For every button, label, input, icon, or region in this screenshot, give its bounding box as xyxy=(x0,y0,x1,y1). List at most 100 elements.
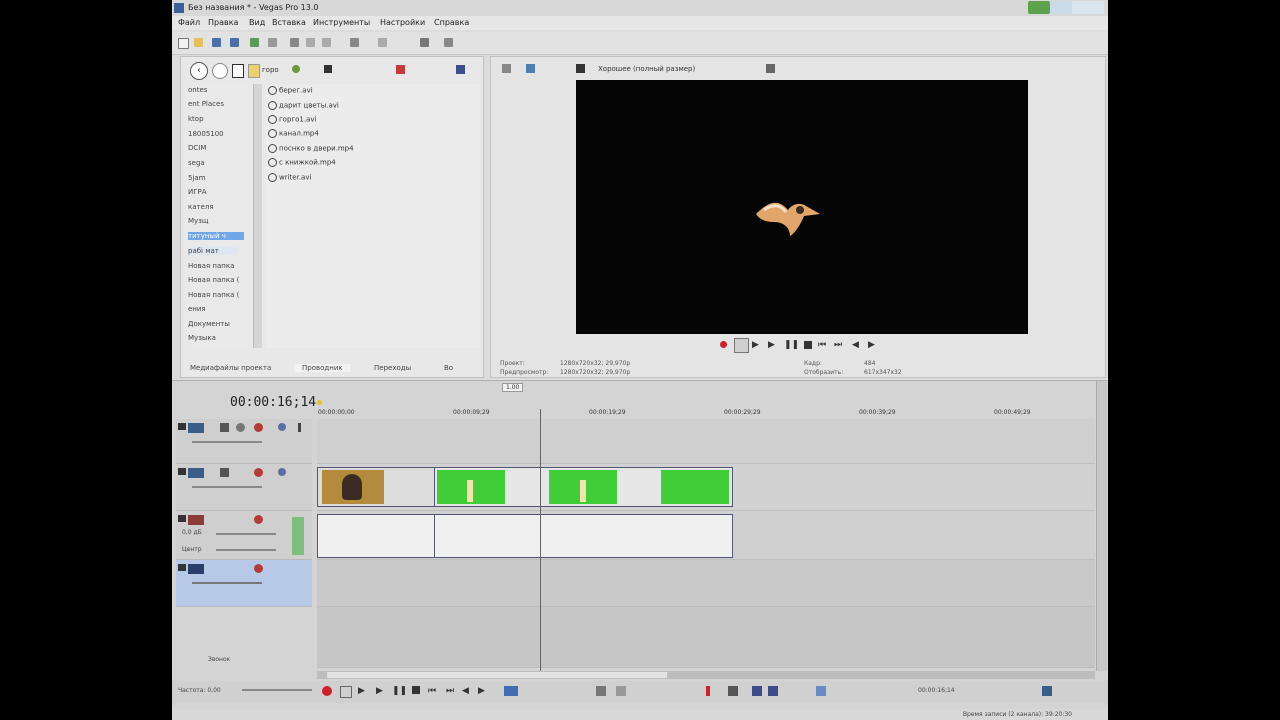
play-from-start-icon[interactable]: ▶ xyxy=(752,340,759,350)
save-icon[interactable] xyxy=(212,38,221,47)
preview-quality-dropdown[interactable]: Хорошее (полный размер) xyxy=(598,65,695,73)
track-expand-icon[interactable] xyxy=(178,515,186,522)
close-button[interactable] xyxy=(1072,1,1104,14)
insert-marker-icon[interactable] xyxy=(706,686,710,696)
add-media-icon[interactable] xyxy=(396,65,405,74)
track-expand-icon[interactable] xyxy=(178,423,186,430)
pause-icon[interactable]: ❚❚ xyxy=(392,686,407,696)
folder-item[interactable]: ения xyxy=(188,305,206,313)
fx-icon[interactable] xyxy=(254,564,263,573)
video-clip-1[interactable] xyxy=(317,467,435,507)
folder-item[interactable]: кателя xyxy=(188,203,214,211)
copy-icon[interactable] xyxy=(306,38,315,47)
folder-item-selected[interactable]: титуный ч xyxy=(188,232,244,240)
pause-icon[interactable]: ❚❚ xyxy=(784,340,799,350)
undo-icon[interactable] xyxy=(350,38,359,47)
trim-icon[interactable] xyxy=(616,686,626,696)
level-slider[interactable] xyxy=(192,582,262,584)
record-icon[interactable] xyxy=(322,686,332,696)
folder-item[interactable]: 5jam xyxy=(188,174,206,182)
go-to-start-icon[interactable]: ⏮ xyxy=(818,340,826,350)
menu-settings[interactable]: Настройки xyxy=(380,18,425,27)
track-header-video-1[interactable] xyxy=(176,419,312,464)
play-from-start-icon[interactable]: ▶ xyxy=(358,686,368,696)
motion-icon[interactable] xyxy=(220,423,229,432)
explorer-path[interactable]: горо xyxy=(262,66,279,74)
stop-button[interactable] xyxy=(232,64,244,78)
minimize-button[interactable] xyxy=(1028,1,1050,14)
tab-project-media[interactable]: Медиафайлы проекта xyxy=(190,364,271,372)
folder-item[interactable]: Новая папка xyxy=(188,262,234,270)
folder-item-selected[interactable]: рабі мат xyxy=(188,247,238,255)
loop-icon[interactable] xyxy=(340,686,352,698)
preview-device-icon[interactable] xyxy=(526,64,535,73)
track-header-audio[interactable]: 0,0 дБ Центр xyxy=(176,511,312,560)
split-icon[interactable] xyxy=(596,686,606,696)
file-list[interactable]: берег.avi дарит цветы.avi горго1.avi кан… xyxy=(266,84,480,348)
folder-item[interactable]: DCIM xyxy=(188,144,206,152)
folder-item[interactable]: ИГРА xyxy=(188,188,207,196)
folder-item[interactable]: 18005100 xyxy=(188,130,224,138)
go-to-end-icon[interactable]: ⏭ xyxy=(834,340,842,350)
timeline-timecode[interactable]: 00:00:16;14 xyxy=(230,395,316,410)
edit-tool-icon[interactable] xyxy=(504,686,518,696)
menu-view[interactable]: Вид xyxy=(249,18,265,27)
track-area-empty[interactable] xyxy=(317,607,1095,668)
folder-item[interactable]: ktop xyxy=(188,115,204,123)
go-to-start-icon[interactable]: ⏮ xyxy=(428,686,438,696)
render-icon[interactable] xyxy=(250,38,259,47)
menu-edit[interactable]: Правка xyxy=(208,18,238,27)
track-area-audio[interactable] xyxy=(317,511,1095,560)
level-slider[interactable] xyxy=(192,486,262,488)
auto-ripple-icon[interactable] xyxy=(444,38,453,47)
scroll-thumb[interactable] xyxy=(327,672,667,678)
properties-icon[interactable] xyxy=(268,38,277,47)
enable-snapping-icon[interactable] xyxy=(752,686,762,696)
track-header-video-3[interactable] xyxy=(176,560,312,607)
refresh-icon[interactable] xyxy=(292,65,300,73)
up-folder-icon[interactable] xyxy=(248,64,260,78)
paste-icon[interactable] xyxy=(322,38,331,47)
file-item[interactable]: с книжкой.mp4 xyxy=(268,158,336,167)
folder-item[interactable]: Музыка xyxy=(188,334,216,342)
timeline-vertical-scrollbar[interactable] xyxy=(1096,381,1107,671)
mute-icon[interactable] xyxy=(278,423,286,431)
playhead[interactable] xyxy=(540,409,541,671)
play-icon[interactable]: ▶ xyxy=(768,340,775,350)
track-area-video-2[interactable] xyxy=(317,464,1095,511)
folder-item[interactable]: Новая папка ( xyxy=(188,276,239,284)
composite-mode-icon[interactable] xyxy=(236,423,245,432)
maximize-button[interactable] xyxy=(1050,1,1072,14)
menu-insert[interactable]: Вставка xyxy=(272,18,306,27)
enable-snapping-icon[interactable] xyxy=(420,38,429,47)
track-header-video-2[interactable] xyxy=(176,464,312,511)
folder-item[interactable]: ent Places xyxy=(188,100,224,108)
tab-more[interactable]: Во xyxy=(444,364,453,372)
solo-icon[interactable] xyxy=(298,423,301,432)
track-area-video-3[interactable] xyxy=(317,560,1095,607)
redo-icon[interactable] xyxy=(378,38,387,47)
open-icon[interactable] xyxy=(194,38,203,47)
auto-ripple-icon[interactable] xyxy=(768,686,778,696)
file-item[interactable]: поснко в двери.mp4 xyxy=(268,144,354,153)
fx-icon[interactable] xyxy=(254,423,263,432)
motion-icon[interactable] xyxy=(220,468,229,477)
tab-explorer[interactable]: Проводник xyxy=(294,364,351,372)
play-icon[interactable]: ▶ xyxy=(376,686,386,696)
video-clip-2[interactable] xyxy=(434,467,733,507)
folder-item[interactable]: Музщ xyxy=(188,217,209,225)
file-item[interactable]: дарит цветы.avi xyxy=(268,101,339,110)
copy-snapshot-icon[interactable] xyxy=(766,64,775,73)
menu-file[interactable]: Файл xyxy=(178,18,200,27)
track-expand-icon[interactable] xyxy=(178,564,186,571)
loop-playback-button[interactable] xyxy=(734,338,749,353)
go-to-end-icon[interactable]: ⏭ xyxy=(446,686,456,696)
folder-tree[interactable]: ontes ent Places ktop 18005100 DCIM sega… xyxy=(186,84,262,348)
mute-icon[interactable] xyxy=(278,468,286,476)
next-frame-icon[interactable]: ▶ xyxy=(868,340,875,350)
fx-icon[interactable] xyxy=(254,515,263,524)
folder-item[interactable]: Новая папка ( xyxy=(188,291,239,299)
next-frame-icon[interactable]: ▶ xyxy=(478,686,488,696)
folder-scrollbar[interactable] xyxy=(253,84,262,348)
prev-frame-icon[interactable]: ◀ xyxy=(462,686,472,696)
